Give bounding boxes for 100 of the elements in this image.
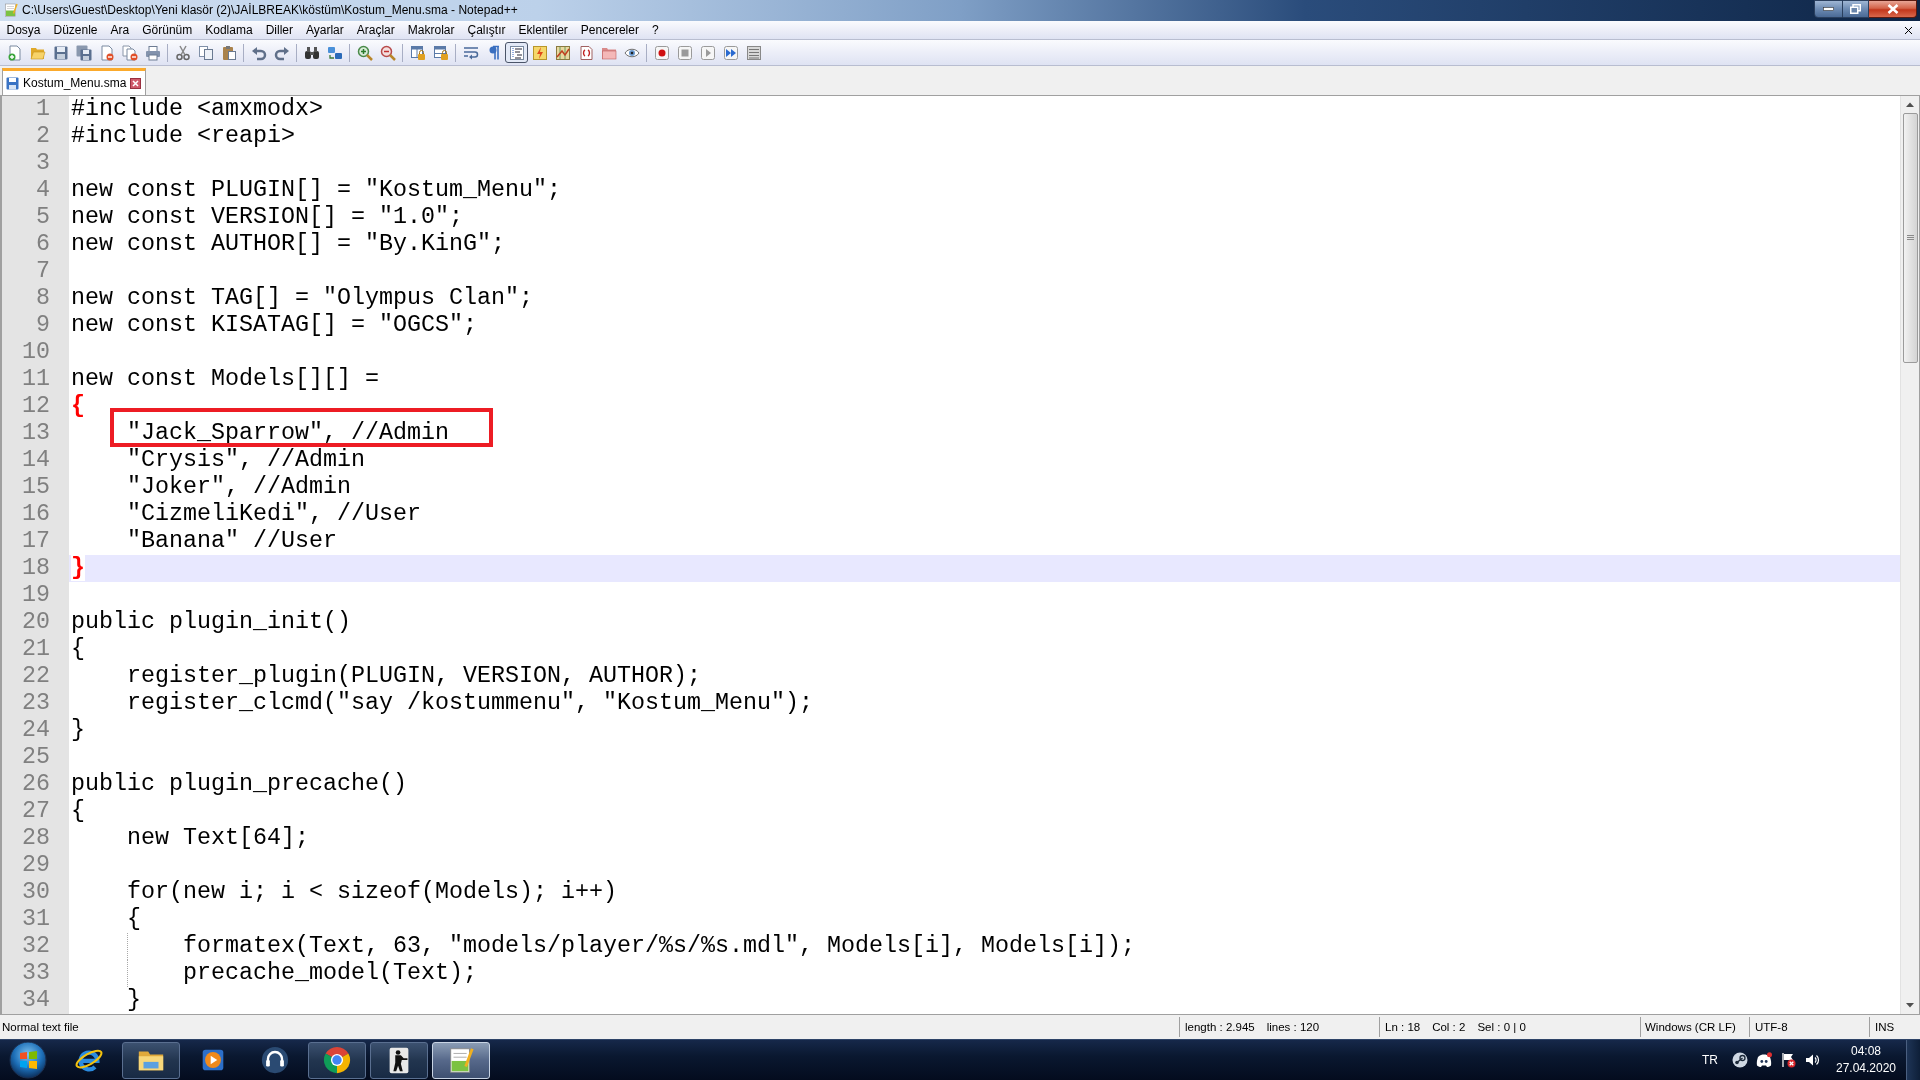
code-line: new const Models[][] = xyxy=(71,366,379,392)
indent-guide-icon xyxy=(508,44,525,61)
arrow-up-icon xyxy=(1906,102,1914,107)
flag-orb-icon xyxy=(9,1041,47,1079)
menu-item[interactable]: Diller xyxy=(259,21,300,39)
line-number: 2 xyxy=(36,123,50,150)
selection-label: Sel : 0 | 0 xyxy=(1477,1020,1526,1035)
close-icon[interactable] xyxy=(130,77,142,89)
code-line: "Joker", //Admin xyxy=(126,474,351,500)
new-page-icon xyxy=(6,44,23,61)
headset-icon xyxy=(260,1045,290,1075)
file-type-label: Normal text file xyxy=(2,1020,79,1035)
restore-icon xyxy=(1850,4,1861,14)
menu-item[interactable]: ? xyxy=(645,21,666,39)
taskbar-button[interactable] xyxy=(308,1041,366,1079)
close-button[interactable] xyxy=(1869,0,1917,18)
taskbar-button[interactable] xyxy=(122,1041,180,1079)
code-line: #include <reapi> xyxy=(71,123,295,149)
code-line: new const VERSION[] = "1.0"; xyxy=(71,204,463,230)
line-number: 30 xyxy=(22,879,50,906)
code-line: new const PLUGIN[] = "Kostum_Menu"; xyxy=(71,177,561,203)
menu-item[interactable]: Ayarlar xyxy=(299,21,351,39)
line-number: 5 xyxy=(36,204,50,231)
code-line: { xyxy=(71,636,85,662)
line-number: 19 xyxy=(22,582,50,609)
clock-date[interactable]: 27.04.2020 xyxy=(1835,1060,1897,1077)
line-number: 24 xyxy=(22,717,50,744)
line-number: 6 xyxy=(36,231,50,258)
menu-item[interactable]: Makrolar xyxy=(401,21,461,39)
line-position-label: Ln : 18 xyxy=(1385,1020,1421,1035)
scissors-icon xyxy=(174,44,191,61)
menu-item[interactable]: Düzenle xyxy=(47,21,105,39)
code-line: } xyxy=(126,987,141,1013)
line-number: 28 xyxy=(22,825,50,852)
code-line: register_clcmd("say /kostummenu", "Kostum_Menu"); xyxy=(126,690,813,716)
language-indicator[interactable]: TR xyxy=(1702,1052,1718,1068)
lines-label: lines : 120 xyxy=(1266,1020,1320,1035)
line-number: 26 xyxy=(22,771,50,798)
page-minus-icon xyxy=(98,44,115,61)
file-tab[interactable]: Kostum_Menu.sma xyxy=(2,68,147,95)
menu-item[interactable]: Kodlama xyxy=(198,21,260,39)
minimize-button[interactable] xyxy=(1814,0,1843,18)
scroll-thumb[interactable] xyxy=(1902,113,1918,363)
menu-item[interactable]: Görünüm xyxy=(135,21,199,39)
restore-button[interactable] xyxy=(1843,0,1869,18)
menu-item[interactable]: Eklentiler xyxy=(512,21,575,39)
menu-item[interactable]: Araçlar xyxy=(350,21,402,39)
line-number: 4 xyxy=(36,177,50,204)
zoom-out-icon xyxy=(379,44,396,61)
code-line: "CizmeliKedi", //User xyxy=(126,501,421,527)
segmented-circle-icon xyxy=(322,1045,352,1075)
line-number: 23 xyxy=(22,690,50,717)
code-line: new Text[64]; xyxy=(126,825,309,851)
code-line: public plugin_init() xyxy=(71,609,351,635)
close-icon xyxy=(1886,4,1899,14)
close-document-button[interactable] xyxy=(1904,25,1913,35)
line-number: 12 xyxy=(22,393,50,420)
line-number: 33 xyxy=(22,960,50,987)
line-number: 32 xyxy=(22,933,50,960)
code-line: "Crysis", //Admin xyxy=(126,447,365,473)
line-number: 25 xyxy=(22,744,50,771)
chat-face-icon[interactable] xyxy=(1756,1052,1772,1068)
line-number: 17 xyxy=(22,528,50,555)
line-number: 22 xyxy=(22,663,50,690)
line-number: 18 xyxy=(22,555,50,582)
undo-icon xyxy=(250,44,267,61)
line-number: 11 xyxy=(22,366,50,393)
show-desktop-button[interactable] xyxy=(1906,1040,1920,1080)
code-line: for(new i; i < sizeof(Models); i++) xyxy=(126,879,617,905)
grip-icon xyxy=(1906,235,1914,241)
code-line: public plugin_precache() xyxy=(71,771,407,797)
floppy-icon xyxy=(6,76,19,90)
line-number: 10 xyxy=(22,339,50,366)
line-number: 7 xyxy=(36,258,50,285)
flag-error-icon[interactable] xyxy=(1780,1052,1796,1068)
code-line: new const KISATAG[] = "OGCS"; xyxy=(71,312,477,338)
code-line: new const AUTHOR[] = "By.KinG"; xyxy=(71,231,505,257)
pages-minus-icon xyxy=(121,44,138,61)
redo-icon xyxy=(273,44,290,61)
line-number: 1 xyxy=(36,96,50,123)
stop-icon xyxy=(676,44,693,61)
insert-mode-label: INS xyxy=(1875,1020,1895,1035)
menu-item[interactable]: Dosya xyxy=(0,21,47,39)
encoding-label: UTF-8 xyxy=(1755,1020,1788,1035)
taskbar-button[interactable] xyxy=(370,1041,428,1079)
round-badge-icon[interactable] xyxy=(1732,1052,1748,1068)
arrow-down-icon xyxy=(1906,1003,1914,1008)
window-lock-icon xyxy=(432,44,449,61)
menu-item[interactable]: Ara xyxy=(104,21,136,39)
menu-item[interactable]: Çalıştır xyxy=(461,21,512,39)
toolbar-button[interactable] xyxy=(505,42,528,63)
line-number: 8 xyxy=(36,285,50,312)
menu-item[interactable]: Pencereler xyxy=(574,21,646,39)
floppies-icon xyxy=(75,44,92,61)
speaker-icon[interactable] xyxy=(1804,1052,1820,1068)
line-number: 14 xyxy=(22,447,50,474)
line-number: 13 xyxy=(22,420,50,447)
clock-time[interactable]: 04:08 xyxy=(1851,1043,1881,1060)
notepad-pen-icon xyxy=(3,2,19,18)
line-number: 20 xyxy=(22,609,50,636)
